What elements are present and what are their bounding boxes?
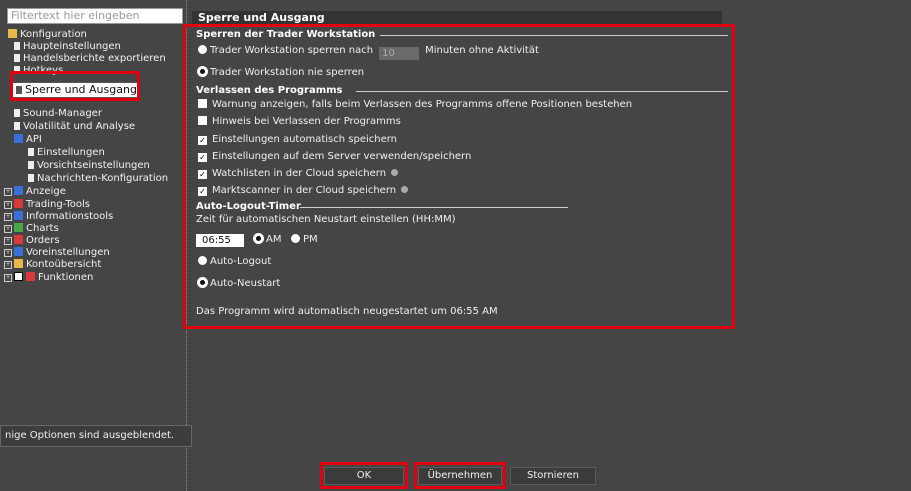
tree-item-api[interactable]: API [14, 134, 42, 146]
pane-title: Sperre und Ausgang [192, 11, 722, 25]
expand-icon[interactable]: + [4, 225, 12, 233]
expand-icon[interactable]: + [4, 249, 12, 257]
cancel-button[interactable]: Stornieren [510, 467, 596, 485]
tree-item-orders[interactable]: + Orders [4, 235, 60, 247]
restart-time-label: Zeit für automatischen Neustart einstell… [196, 214, 456, 225]
lock-after-option[interactable]: Trader Workstation sperren nach 10 Minuten… [198, 45, 539, 60]
checkbox-warn-open-positions[interactable]: Warnung anzeigen, falls beim Verlassen d… [198, 99, 632, 111]
checkbox-icon[interactable] [198, 116, 207, 125]
ok-button-highlight [320, 462, 408, 489]
hidden-options-notice: nige Optionen sind ausgeblendet. [0, 425, 192, 447]
doc-icon [14, 42, 20, 50]
radio-never-lock[interactable] [198, 67, 207, 76]
radio-auto-restart[interactable] [198, 278, 207, 287]
doc-icon [28, 174, 34, 182]
api-icon [14, 134, 23, 143]
tree-item-charts[interactable]: + Charts [4, 223, 59, 235]
filter-input[interactable]: Filtertext hier eingeben [7, 8, 183, 24]
apply-button-highlight [414, 462, 506, 489]
checkbox-scanner-cloud[interactable]: ✓ Marktscanner in der Cloud speichern [198, 185, 409, 197]
expand-icon[interactable]: + [4, 188, 12, 196]
doc-icon [28, 161, 34, 169]
tree-item-sound-manager[interactable]: Sound-Manager [14, 108, 102, 120]
charts-icon [14, 223, 23, 232]
presets-icon [14, 247, 23, 256]
tree-item-volatilitaet[interactable]: Volatilität und Analyse [14, 121, 135, 133]
section-divider [356, 91, 728, 92]
expand-icon[interactable]: + [4, 213, 12, 221]
doc-icon [28, 148, 34, 156]
info-icon[interactable] [401, 186, 409, 193]
checkbox-exit-notice[interactable]: Hinweis bei Verlassen der Programms [198, 116, 401, 128]
tree-item-voreinstellungen[interactable]: + Voreinstellungen [4, 247, 110, 259]
folder-icon [8, 29, 17, 38]
checkbox-icon[interactable] [198, 99, 207, 108]
functions-icon [26, 272, 35, 281]
checkbox-icon [14, 272, 23, 281]
timer-section-title: Auto-Logout-Timer [196, 201, 301, 212]
radio-lock-after[interactable] [198, 45, 207, 54]
exit-section-title: Verlassen des Programms [196, 85, 343, 96]
tree-item-api-einstellungen[interactable]: Einstellungen [28, 147, 105, 159]
lock-section-title: Sperren der Trader Workstation [196, 29, 376, 40]
doc-icon [14, 122, 20, 130]
restart-status-text: Das Programm wird automatisch neugestart… [196, 306, 498, 317]
expand-icon[interactable]: + [4, 261, 12, 269]
expand-icon[interactable]: + [4, 274, 12, 282]
restart-time-input[interactable]: 06:55 [196, 234, 244, 247]
info-icon[interactable] [391, 169, 399, 176]
radio-auto-logout[interactable] [198, 256, 207, 265]
info-tools-icon [14, 211, 23, 220]
tree-item-funktionen[interactable]: + Funktionen [4, 272, 93, 284]
checkbox-checked-icon[interactable]: ✓ [198, 170, 207, 179]
auto-logout-option[interactable]: Auto-Logout [198, 256, 271, 268]
tree-item-kontouebersicht[interactable]: + Kontoübersicht [4, 259, 101, 271]
orders-icon [14, 235, 23, 244]
radio-am[interactable] [254, 234, 263, 243]
section-divider [300, 207, 568, 208]
section-divider [380, 35, 728, 36]
checkbox-server-settings[interactable]: ✓ Einstellungen auf dem Server verwenden/… [198, 151, 471, 163]
am-option[interactable]: AM [254, 234, 281, 246]
display-icon [14, 186, 23, 195]
checkbox-auto-save-settings[interactable]: ✓ Einstellungen automatisch speichern [198, 134, 397, 146]
auto-restart-option[interactable]: Auto-Neustart [198, 278, 280, 290]
checkbox-checked-icon[interactable]: ✓ [198, 136, 207, 145]
tree-item-anzeige[interactable]: + Anzeige [4, 186, 66, 198]
tree-item-handelsberichte[interactable]: Handelsberichte exportieren [14, 53, 166, 65]
tree-item-haupteinstellungen[interactable]: Haupteinstellungen [14, 41, 121, 53]
checkbox-checked-icon[interactable]: ✓ [198, 153, 207, 162]
tree-item-nachrichten-konfiguration[interactable]: Nachrichten-Konfiguration [28, 173, 168, 185]
tree-item-vorsichtseinstellungen[interactable]: Vorsichtseinstellungen [28, 160, 150, 172]
tree-item-trading-tools[interactable]: + Trading-Tools [4, 199, 90, 211]
pm-option[interactable]: PM [291, 234, 318, 246]
expand-icon[interactable]: + [4, 201, 12, 209]
radio-pm[interactable] [291, 234, 300, 243]
account-icon [14, 259, 23, 268]
expand-icon[interactable]: + [4, 237, 12, 245]
checkbox-watchlists-cloud[interactable]: ✓ Watchlisten in der Cloud speichern [198, 168, 399, 180]
selected-item-highlight [10, 71, 140, 101]
tree-item-informationstools[interactable]: + Informationstools [4, 211, 113, 223]
doc-icon [14, 54, 20, 62]
tree-item-konfiguration[interactable]: Konfiguration [8, 29, 87, 41]
checkbox-checked-icon[interactable]: ✓ [198, 187, 207, 196]
trading-tools-icon [14, 199, 23, 208]
never-lock-option[interactable]: Trader Workstation nie sperren [198, 67, 364, 79]
doc-icon [14, 109, 20, 117]
minutes-input[interactable]: 10 [379, 47, 420, 60]
